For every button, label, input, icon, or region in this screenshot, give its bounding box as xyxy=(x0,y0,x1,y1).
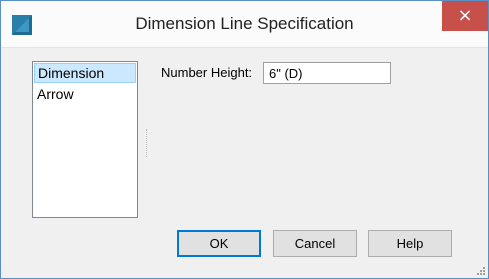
close-icon: × xyxy=(457,5,473,26)
close-button[interactable]: × xyxy=(442,1,488,31)
category-list[interactable]: Dimension Arrow xyxy=(32,61,138,218)
list-item-arrow[interactable]: Arrow xyxy=(34,84,136,104)
ok-button[interactable]: OK xyxy=(177,230,261,257)
resize-grip-icon[interactable] xyxy=(475,265,485,275)
window-title: Dimension Line Specification xyxy=(135,14,354,33)
number-height-input[interactable] xyxy=(263,62,391,84)
help-button[interactable]: Help xyxy=(368,230,452,257)
cancel-button[interactable]: Cancel xyxy=(273,230,357,257)
list-item-dimension[interactable]: Dimension xyxy=(34,63,136,83)
dialog-window: Dimension Line Specification × Dimension… xyxy=(0,0,489,279)
title-bar[interactable]: Dimension Line Specification × xyxy=(1,1,488,48)
number-height-label: Number Height: xyxy=(161,65,253,80)
splitter-handle[interactable] xyxy=(146,129,149,157)
